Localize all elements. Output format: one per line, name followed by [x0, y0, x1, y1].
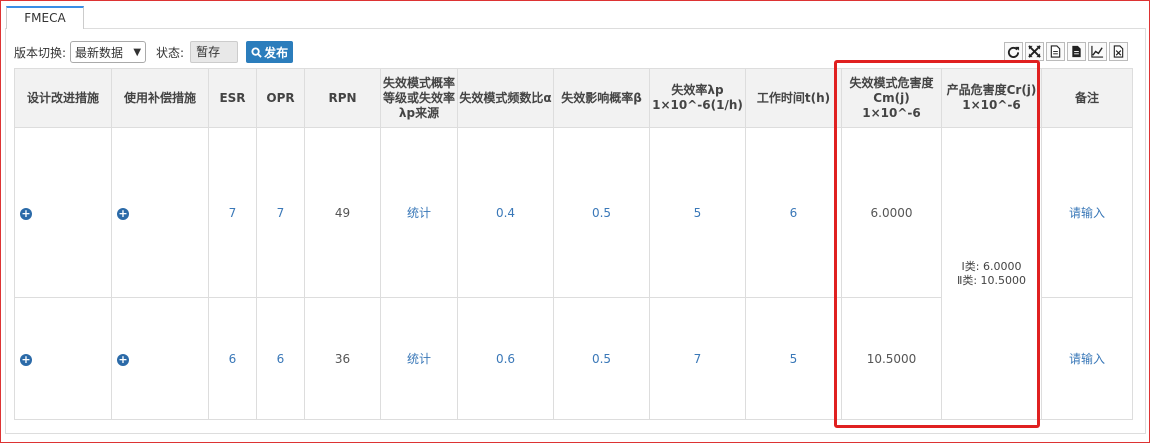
- plus-circle-icon[interactable]: +: [117, 353, 129, 366]
- refresh-icon: [1007, 46, 1020, 58]
- search-icon: [251, 46, 262, 58]
- design-improvement-cell: +: [14, 297, 112, 420]
- plus-circle-icon[interactable]: +: [20, 353, 32, 366]
- plus-circle-icon[interactable]: +: [20, 207, 32, 220]
- table-tools: [1004, 42, 1130, 61]
- compensation-cell: +: [111, 297, 209, 420]
- opr-cell[interactable]: 7: [256, 127, 305, 298]
- publish-button[interactable]: 发布: [246, 41, 294, 63]
- tab-fmeca[interactable]: FMECA: [6, 6, 84, 29]
- chart-button[interactable]: [1088, 42, 1107, 61]
- col-remark: 备注: [1041, 68, 1133, 128]
- version-select[interactable]: 最新数据 ▼: [70, 41, 147, 63]
- col-working-time: 工作时间t(h): [745, 68, 842, 128]
- beta-cell[interactable]: 0.5: [553, 127, 650, 298]
- col-failure-mode-probability: 失效模式概率 等级或失效率 λp来源: [380, 68, 458, 128]
- document-button[interactable]: [1046, 42, 1065, 61]
- line-chart-icon: [1091, 45, 1104, 58]
- col-effect-probability: 失效影响概率β: [553, 68, 650, 128]
- source-cell[interactable]: 统计: [380, 297, 458, 420]
- header-line: 等级或失效率: [382, 90, 455, 105]
- beta-cell[interactable]: 0.5: [553, 297, 650, 420]
- plus-circle-icon[interactable]: +: [117, 207, 129, 220]
- col-opr: OPR: [256, 68, 305, 128]
- compensation-cell: +: [111, 127, 209, 298]
- header-line: 失效率λp: [671, 83, 724, 97]
- col-compensation: 使用补偿措施: [111, 68, 209, 128]
- publish-label: 发布: [264, 45, 289, 60]
- alpha-cell[interactable]: 0.4: [457, 127, 554, 298]
- lambda-cell[interactable]: 7: [649, 297, 746, 420]
- source-cell[interactable]: 统计: [380, 127, 458, 298]
- rpn-cell: 36: [304, 297, 381, 420]
- alpha-cell[interactable]: 0.6: [457, 297, 554, 420]
- version-label: 版本切换:: [14, 45, 67, 60]
- opr-cell[interactable]: 6: [256, 297, 305, 420]
- toolbar: 版本切换: 最新数据 ▼ 状态: 暂存 发布: [14, 40, 294, 64]
- excel-icon: [1113, 45, 1124, 58]
- esr-cell[interactable]: 7: [208, 127, 257, 298]
- remark-cell[interactable]: 请输入: [1041, 127, 1133, 298]
- chevron-down-icon: ▼: [133, 46, 142, 58]
- col-design-improvement: 设计改进措施: [14, 68, 112, 128]
- header-line: 1×10^-6(1/h): [652, 98, 743, 112]
- design-improvement-cell: +: [14, 127, 112, 298]
- time-cell[interactable]: 5: [745, 297, 842, 420]
- col-esr: ESR: [208, 68, 257, 128]
- fullscreen-button[interactable]: [1025, 42, 1044, 61]
- file-icon: [1072, 45, 1081, 58]
- header-line: λp来源: [398, 105, 440, 120]
- fullscreen-icon: [1028, 45, 1041, 58]
- version-select-value: 最新数据: [75, 45, 124, 60]
- header-line: 失效模式概率: [382, 75, 455, 90]
- col-frequency-ratio: 失效模式频数比α: [457, 68, 554, 128]
- status-label: 状态:: [156, 45, 185, 60]
- rpn-cell: 49: [304, 127, 381, 298]
- document-icon: [1050, 45, 1061, 58]
- excel-button[interactable]: [1109, 42, 1128, 61]
- lambda-cell[interactable]: 5: [649, 127, 746, 298]
- status-value: 暂存: [190, 41, 239, 63]
- remark-cell[interactable]: 请输入: [1041, 297, 1133, 420]
- refresh-button[interactable]: [1004, 42, 1023, 61]
- col-rpn: RPN: [304, 68, 381, 128]
- col-failure-rate: 失效率λp 1×10^-6(1/h): [649, 68, 746, 128]
- file-button[interactable]: [1067, 42, 1086, 61]
- time-cell[interactable]: 6: [745, 127, 842, 298]
- criticality-highlight-box: [834, 60, 1040, 428]
- esr-cell[interactable]: 6: [208, 297, 257, 420]
